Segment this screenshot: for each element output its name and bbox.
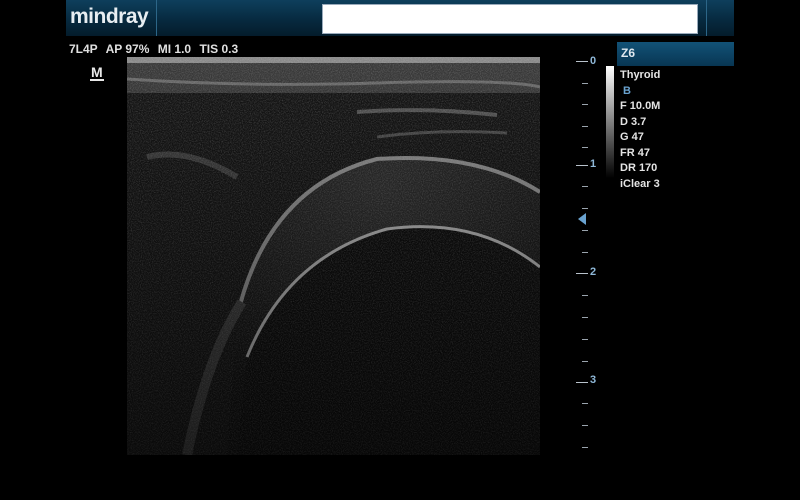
zoom-label: Z6	[621, 46, 636, 60]
grayscale-bar	[606, 66, 614, 178]
depth-label: 0	[590, 55, 597, 67]
depth-label: 3	[590, 374, 597, 386]
depth-tick	[582, 361, 588, 362]
frequency-value: F 10.0M	[620, 100, 661, 112]
probe-label: 7L4P	[69, 42, 98, 56]
mindray-logo: mindray	[70, 5, 149, 28]
depth-tick	[582, 126, 588, 127]
preset-label: Thyroid	[620, 69, 661, 81]
top-bar: mindray	[66, 0, 734, 36]
focus-marker-icon[interactable]	[578, 213, 586, 225]
depth-tick	[582, 447, 588, 448]
tis-value: TIS 0.3	[199, 42, 239, 56]
mi-value: MI 1.0	[157, 42, 192, 56]
zoom-header: Z6	[617, 42, 734, 66]
divider	[156, 0, 157, 36]
iclear-value: iClear 3	[620, 177, 660, 190]
depth-tick	[582, 252, 588, 253]
depth-tick	[582, 230, 588, 231]
depth-tick	[582, 403, 588, 404]
ap-value: AP 97%	[105, 42, 150, 56]
ultrasound-scan	[127, 57, 540, 455]
depth-value: D 3.7	[620, 115, 647, 128]
depth-tick	[576, 61, 588, 62]
depth-tick	[576, 165, 588, 166]
depth-tick	[576, 273, 588, 274]
divider	[706, 0, 707, 36]
depth-tick	[582, 339, 588, 340]
depth-tick	[582, 425, 588, 426]
frame-rate-value: FR 47	[620, 146, 650, 159]
depth-tick	[582, 208, 588, 209]
orientation-marker: M	[90, 64, 104, 81]
mode-label: B	[623, 84, 631, 97]
depth-scale: 0 1 2 3	[570, 55, 610, 457]
depth-tick	[582, 83, 588, 84]
dynamic-range-value: DR 170	[620, 162, 658, 174]
patient-info-field[interactable]	[322, 4, 698, 34]
depth-tick	[576, 382, 588, 383]
depth-label: 1	[590, 158, 597, 170]
acoustic-params: 7L4P AP 97% MI 1.0 TIS 0.3	[69, 42, 243, 56]
ultrasound-image[interactable]	[127, 57, 540, 455]
depth-tick	[582, 295, 588, 296]
depth-tick	[582, 104, 588, 105]
depth-tick	[582, 186, 588, 187]
depth-label: 2	[590, 266, 597, 278]
imaging-params-panel: Thyroid B F 10.0M D 3.7 G 47 FR 47 DR 17…	[620, 68, 660, 192]
gain-value: G 47	[620, 131, 644, 143]
depth-tick	[582, 317, 588, 318]
depth-tick	[582, 147, 588, 148]
